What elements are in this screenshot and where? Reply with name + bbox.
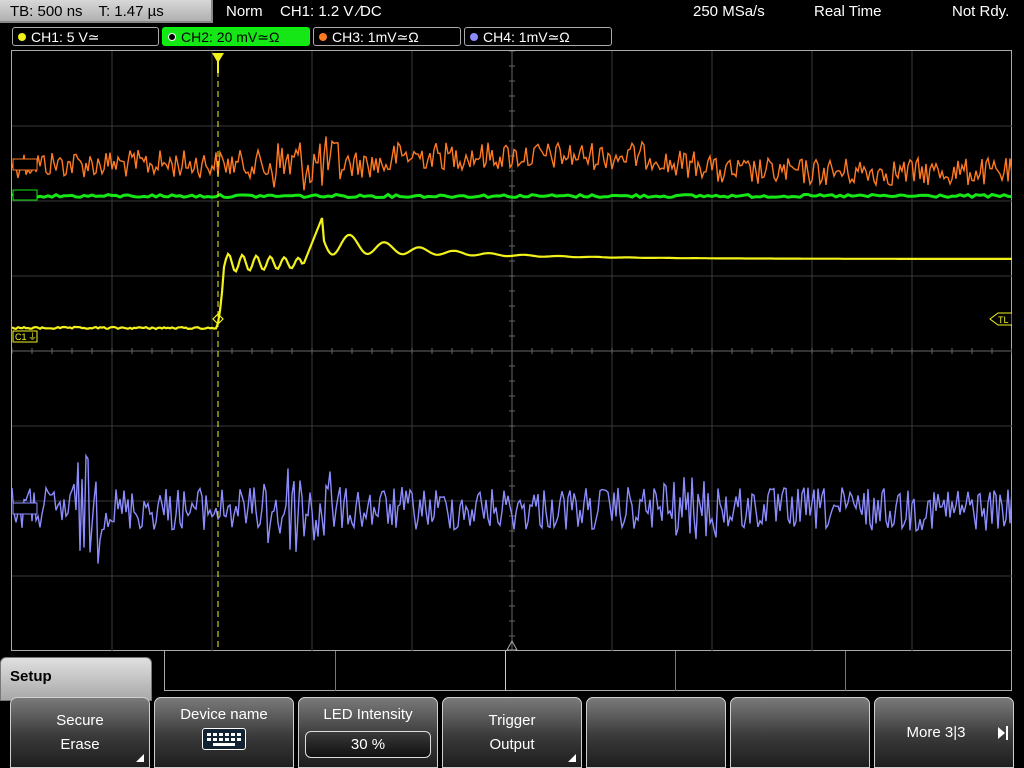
ch4-label: CH4: 1mV≃Ω [483, 29, 570, 45]
trigger-time-value: T: 1.47 µs [98, 3, 164, 20]
softkey-label: Erase [60, 736, 100, 753]
ruler-tick [675, 651, 676, 691]
menu-title: Setup [10, 668, 52, 685]
ch2-label: CH2: 20 mV≃Ω [181, 29, 280, 45]
svg-text:⏚: ⏚ [28, 332, 37, 343]
status-bar: TB: 500 ns T: 1.47 µs Norm CH1: 1.2 V ∕D… [0, 0, 1024, 25]
submenu-corner-icon [568, 754, 576, 762]
trigger-level-marker: TL [989, 312, 1012, 326]
ch3-ref-marker [12, 158, 38, 171]
run-status: Not Rdy. [952, 3, 1010, 20]
tab-ch4[interactable]: CH4: 1mV≃Ω [464, 27, 612, 46]
trigger-output-button[interactable]: Trigger Output [442, 697, 582, 768]
empty-softkey-6[interactable] [730, 697, 870, 768]
ch2-ref-marker [12, 189, 38, 201]
tab-ch3[interactable]: CH3: 1mV≃Ω [313, 27, 461, 46]
softkey-label: Device name [180, 706, 268, 723]
softkey-label: Trigger [488, 712, 536, 729]
ch1-ref-marker: C1 ⏚ [12, 330, 38, 343]
next-page-icon [998, 727, 1005, 739]
tab-ch2[interactable]: CH2: 20 mV≃Ω [162, 27, 310, 46]
graticule-grid [12, 51, 1012, 651]
ruler-tick [335, 651, 336, 691]
secure-erase-button[interactable]: Secure Erase [10, 697, 150, 768]
ch2-color-icon [168, 33, 176, 41]
empty-softkey-5[interactable] [586, 697, 726, 768]
ch4-ref-marker [12, 502, 38, 515]
softkey-label: Secure [56, 712, 104, 729]
waveform-display[interactable]: C1 ⏚ TL [11, 50, 1012, 651]
ch3-color-icon [319, 33, 327, 41]
trigger-source-info[interactable]: CH1: 1.2 V ∕DC [280, 0, 382, 24]
menu-title-tab: Setup [0, 657, 152, 701]
channel-tabs: CH1: 5 V≃ CH2: 20 mV≃Ω CH3: 1mV≃Ω CH4: 1… [0, 27, 1024, 47]
timebase-value: TB: 500 ns [10, 3, 83, 20]
ch3-label: CH3: 1mV≃Ω [332, 29, 419, 45]
trigger-mode[interactable]: Norm [226, 0, 263, 24]
acquisition-mode: Real Time [814, 3, 882, 20]
sample-rate: 250 MSa/s [693, 3, 765, 20]
menu-ruler [164, 651, 1012, 691]
ruler-tick [505, 651, 506, 691]
next-page-bar-icon [1006, 726, 1008, 740]
waveform-canvas: C1 ⏚ TL [12, 51, 1012, 651]
tab-ch1[interactable]: CH1: 5 V≃ [12, 27, 159, 46]
submenu-corner-icon [136, 754, 144, 762]
softkey-label: More 3|3 [906, 724, 966, 741]
ch4-color-icon [470, 33, 478, 41]
ruler-tick [845, 651, 846, 691]
ch1-label: CH1: 5 V≃ [31, 29, 100, 45]
softkey-label: Output [489, 736, 535, 753]
led-intensity-value: 30 % [305, 731, 431, 758]
more-button[interactable]: More 3|3 [874, 697, 1014, 768]
timebase-box[interactable]: TB: 500 ns T: 1.47 µs [0, 0, 213, 23]
led-intensity-button[interactable]: LED Intensity 30 % [298, 697, 438, 768]
trigger-level-label: TL [998, 315, 1009, 325]
device-name-button[interactable]: Device name [154, 697, 294, 768]
ch1-ref-label: C1 [15, 332, 27, 342]
keyboard-icon [202, 728, 246, 750]
softkey-label: LED Intensity [323, 706, 413, 723]
ch1-color-icon [18, 33, 26, 41]
